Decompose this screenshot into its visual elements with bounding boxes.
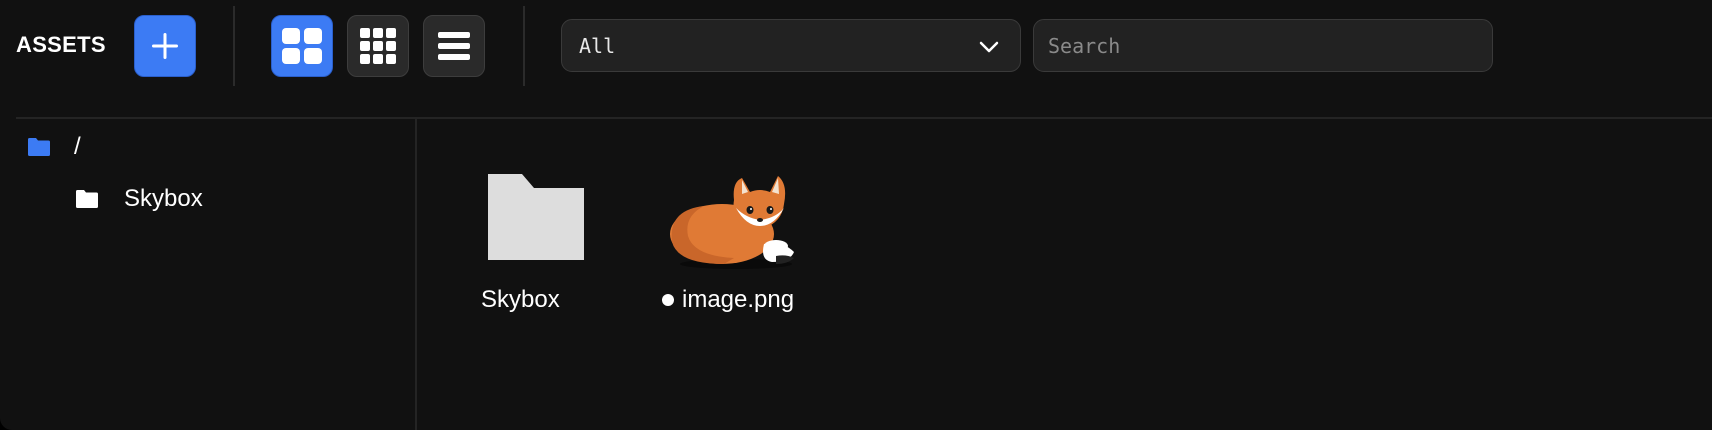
tree-item-root[interactable]: / xyxy=(28,133,81,161)
folder-icon xyxy=(28,138,50,156)
tree-item-label: Skybox xyxy=(124,185,203,212)
small-grid-icon xyxy=(360,28,396,64)
large-grid-view-button[interactable] xyxy=(271,15,333,77)
asset-label: image.png xyxy=(682,286,795,313)
list-icon xyxy=(438,32,470,60)
unsaved-dot-icon xyxy=(662,294,674,306)
search-input[interactable] xyxy=(1033,19,1493,72)
plus-icon xyxy=(152,33,178,59)
assets-panel: ASSETS All Search / Skybox Skybox image.… xyxy=(0,0,1712,430)
toolbar-divider xyxy=(233,6,235,86)
large-grid-icon xyxy=(282,28,322,64)
panel-title: ASSETS xyxy=(16,32,106,57)
folder-tree: / Skybox xyxy=(0,119,416,430)
type-filter-dropdown[interactable]: All xyxy=(561,19,1021,72)
asset-label: Skybox xyxy=(481,286,560,313)
asset-label-row: image.png xyxy=(662,286,794,314)
fox-image-thumbnail xyxy=(670,176,794,269)
filter-selected-value: All xyxy=(579,34,616,58)
add-asset-button[interactable] xyxy=(134,15,196,77)
folder-icon xyxy=(76,190,98,208)
chevron-down-icon xyxy=(979,41,999,53)
tree-item-skybox[interactable]: Skybox xyxy=(76,185,203,213)
tree-item-label: / xyxy=(74,133,81,160)
toolbar: ASSETS All Search xyxy=(0,0,1712,118)
sidebar-divider xyxy=(415,119,417,430)
list-view-button[interactable] xyxy=(423,15,485,77)
small-grid-view-button[interactable] xyxy=(347,15,409,77)
folder-icon xyxy=(488,174,584,260)
toolbar-divider xyxy=(523,6,525,86)
